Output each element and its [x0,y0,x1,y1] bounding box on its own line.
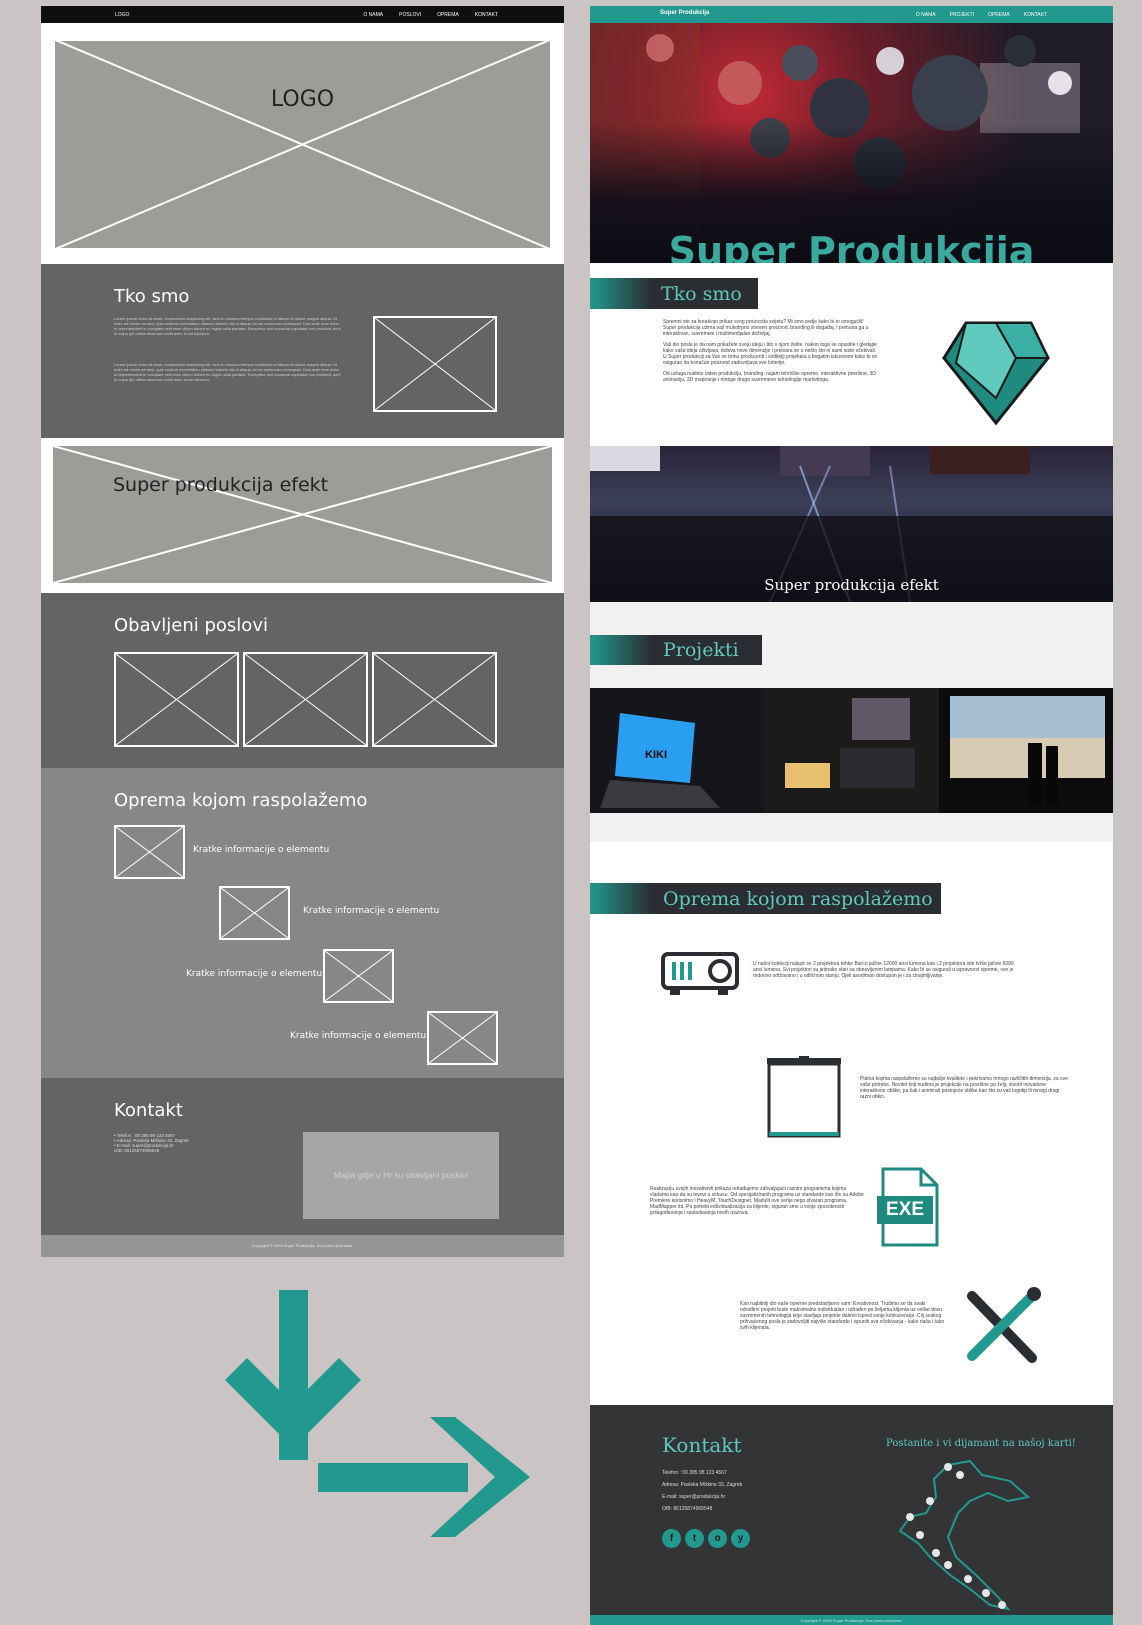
wireframe-effect-section: Super produkcija efekt [41,438,564,593]
pencil-brush-icon [967,1287,1041,1363]
wireframe-about-title: Tko smo [114,286,190,307]
wireframe-hero-image-placeholder: LOGO [53,39,552,250]
wireframe-equipment-thumb-2 [219,886,290,940]
design-equipment-title: Oprema kojom raspolažemo [663,888,933,910]
wireframe-equipment-title: Oprema kojom raspolažemo [114,790,368,811]
wireframe-about-section: Tko smo Lorem ipsum dolor sit amet, cons… [41,264,564,438]
wireframe-effect-label: Super produkcija efekt [113,474,329,496]
youtube-icon[interactable]: y [731,1529,750,1548]
design-footer: Copyright © 2016 Super Produkcija. Sva p… [590,1615,1113,1625]
croatia-map[interactable] [890,1457,1040,1612]
project-thumb-kiki[interactable]: KIKI [590,688,764,813]
design-contact-line: Adresa: Pavleka Miškine 33, Zagreb [662,1482,743,1488]
twitter-icon[interactable]: t [685,1529,704,1548]
wireframe-equipment-info-3: Kratke informacije o elementu [186,969,323,979]
design-equipment-text-2: Platna kojima raspolažemo su najbolje kv… [860,1076,1068,1100]
project-thumb-controller[interactable] [764,688,939,813]
wireframe-footer: Copyright © 2016 Super Produkcija. Sva p… [41,1235,564,1257]
design-contact-section: Kontakt Telefon : 00 385 98 123 4567 Adr… [590,1405,1113,1615]
design-contact-line: E-mail: super@produkcija.hr [662,1494,726,1500]
wireframe-jobs-section: Obavljeni poslovi [41,593,564,768]
projection-screen-icon [767,1056,841,1138]
design-social-links: f t o y [662,1529,750,1548]
wireframe-mockup: LOGO O NAMA POSLOVI OPREMA KONTAKT LOGO … [41,6,564,1257]
design-nav-link-contact[interactable]: KONTAKT [1024,12,1047,18]
wireframe-about-image-placeholder [373,316,497,412]
arrow-down-icon [225,1290,361,1460]
wireframe-hero: LOGO [41,23,564,264]
wireframe-job-thumb-3[interactable] [372,652,497,747]
wireframe-jobs-title: Obavljeni poslovi [114,615,268,636]
design-equipment-tab: Oprema kojom raspolažemo [590,883,941,914]
wireframe-about-text-1: Lorem ipsum dolor sit amet, consectetur … [114,316,341,336]
wireframe-equipment-thumb-3 [323,949,394,1003]
wireframe-footer-text: Copyright © 2016 Super Produkcija. Sva p… [251,1243,354,1248]
design-effect-label: Super produkcija efekt [764,576,939,594]
final-design-mockup: Super Produkcija O NAMA PROJEKTI OPREMA … [590,6,1113,1625]
design-projects-gallery: KIKI [590,688,1113,813]
wireframe-effect-image-placeholder: Super produkcija efekt [53,446,552,583]
wireframe-nav-link-about[interactable]: O NAMA [363,12,383,18]
wireframe-contact-section: Kontakt • Telefon : 00 385 98 123 4567 •… [41,1078,564,1235]
design-about-text: Spremni ste za kreativan prikaz svog pro… [663,319,878,383]
arrow-right-icon [318,1417,530,1537]
design-about-tab: Tko smo [590,278,758,309]
wireframe-equipment-thumb-4 [427,1011,498,1065]
wireframe-job-thumb-1[interactable] [114,652,239,747]
diamond-logo-icon [942,321,1050,426]
design-hero-title: Super Produkcija [668,229,1035,263]
design-navbar: Super Produkcija O NAMA PROJEKTI OPREMA … [590,6,1113,23]
exe-file-icon: EXE [877,1166,941,1248]
design-contact-line: OIB: 86125874965548 [662,1506,713,1512]
design-about-paragraph-2: Vaš dio posla je da nam prikažete svoju … [663,342,878,366]
wireframe-map-placeholder-text: Mapa gdje u Hr su obavljani poslovi [333,1170,469,1180]
transition-arrows [225,1290,530,1537]
design-nav-link-about[interactable]: O NAMA [916,12,936,18]
exe-file-icon-label: EXE [885,1199,925,1220]
facebook-icon[interactable]: f [662,1529,681,1548]
wireframe-job-thumb-2[interactable] [243,652,368,747]
wireframe-navbar: LOGO O NAMA POSLOVI OPREMA KONTAKT [41,6,564,23]
project-thumb-projection[interactable] [939,688,1113,813]
instagram-icon[interactable]: o [708,1529,727,1548]
design-map-caption: Postanite i vi dijamant na našoj karti! [886,1438,1076,1449]
design-nav-link-projects[interactable]: PROJEKTI [950,12,974,18]
design-projects-title: Projekti [663,639,739,661]
wireframe-map-placeholder: Mapa gdje u Hr su obavljani poslovi [303,1132,499,1219]
wireframe-equipment-info-4: Kratke informacije o elementu [290,1031,427,1041]
design-effect-photo: Super produkcija efekt [590,446,1113,602]
wireframe-equipment-section: Oprema kojom raspolažemo Kratke informac… [41,768,564,1078]
wireframe-equipment-thumb-1 [114,825,185,879]
wireframe-nav-link-jobs[interactable]: POSLOVI [399,12,421,18]
design-equipment-text-4: Kao najbitniji dio naše opreme predstavl… [740,1301,945,1331]
design-about-paragraph-1: Spremni ste za kreativan prikaz svog pro… [663,319,869,337]
design-nav-brand[interactable]: Super Produkcija [660,10,709,16]
design-contact-line: Telefon : 00 385 98 123 4567 [662,1470,727,1476]
wireframe-contact-details: • Telefon : 00 385 98 123 4567 • Adresa:… [114,1133,189,1153]
design-projects-tab: Projekti [590,635,762,665]
design-about-paragraph-3: Od usluga nudimo video produkciju, brand… [663,371,876,383]
design-about-title: Tko smo [661,283,742,305]
wireframe-equipment-info-2: Kratke informacije o elementu [303,906,440,916]
projector-icon [661,952,739,995]
design-contact-details: Telefon : 00 385 98 123 4567 Adresa: Pav… [662,1467,742,1515]
design-footer-text: Copyright © 2016 Super Produkcija. Sva p… [800,1618,903,1623]
design-contact-title: Kontakt [662,1433,742,1457]
wireframe-nav-logo[interactable]: LOGO [115,12,129,18]
wireframe-contact-line: OIB: 86125874965548 [114,1148,160,1153]
svg-text:KIKI: KIKI [645,749,667,761]
design-hero-concert-photo: Super Produkcija [590,23,1113,263]
wireframe-contact-title: Kontakt [114,1100,183,1121]
wireframe-equipment-info-1: Kratke informacije o elementu [193,845,330,855]
design-equipment-text-1: U našoj kolekciji nalaze se 2 projektora… [753,961,1014,979]
wireframe-hero-logo-label: LOGO [270,87,335,112]
wireframe-nav-link-equipment[interactable]: OPREMA [437,12,459,18]
wireframe-nav-link-contact[interactable]: KONTAKT [475,12,498,18]
design-nav-link-equipment[interactable]: OPREMA [988,12,1010,18]
design-equipment-text-3: Realizaciju svojih inovativnih prikaza o… [650,1186,864,1216]
wireframe-about-text-2: Lorem ipsum dolor sit amet, consectetur … [114,362,341,382]
